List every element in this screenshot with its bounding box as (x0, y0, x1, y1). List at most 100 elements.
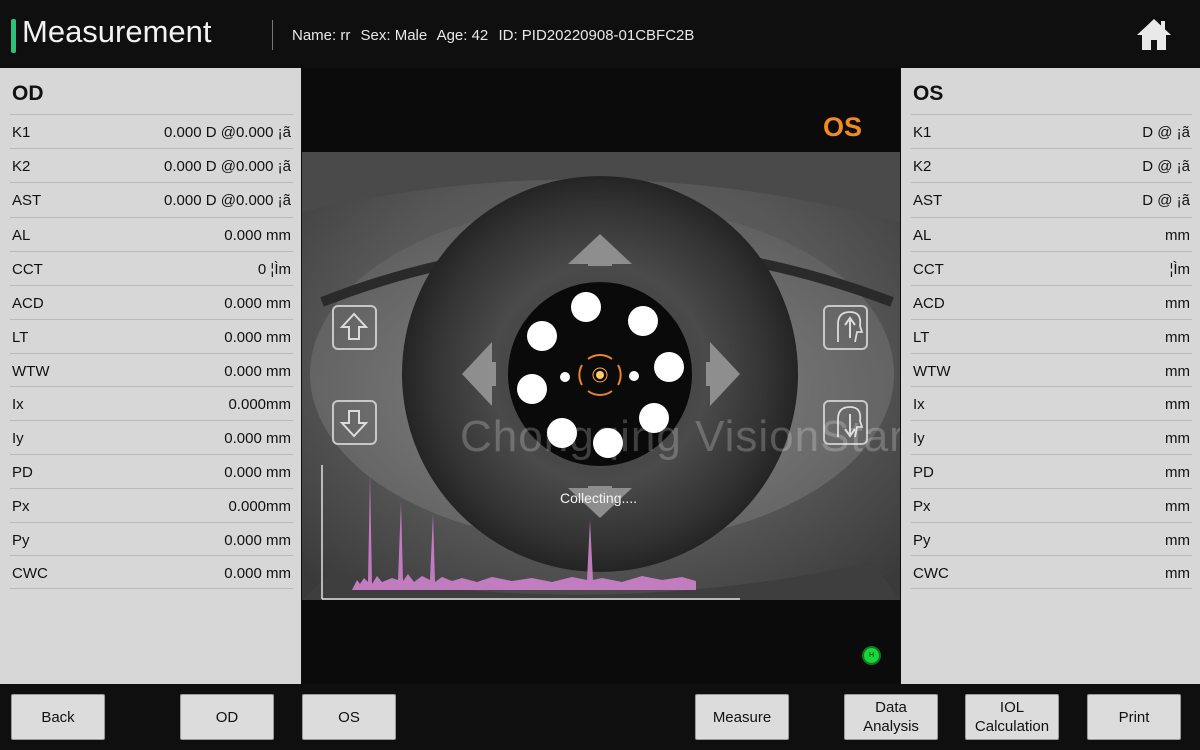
measurement-value: D @ ¡ã (1142, 157, 1190, 175)
measurement-label: K2 (12, 157, 31, 175)
measurement-label: AST (913, 191, 943, 209)
od-row-iy: Iy 0.000 mm (10, 420, 293, 454)
measurement-value: 0.000 mm (224, 531, 291, 549)
measurement-value: mm (1165, 227, 1190, 245)
od-row-al: AL 0.000 mm (10, 217, 293, 251)
measurement-label: AL (12, 227, 31, 245)
measure-button-label: Measure (712, 708, 772, 726)
measurement-value: 0.000 D @0.000 ¡ã (164, 191, 291, 209)
patient-sex: Sex: Male (360, 27, 428, 44)
home-icon (1137, 19, 1171, 50)
os-row-py: Py mm (911, 521, 1192, 556)
od-row-wtw: WTW 0.000 mm (10, 352, 293, 387)
measurement-value: mm (1165, 497, 1190, 515)
od-measurements: K1 0.000 D @0.000 ¡ã K2 0.000 D @0.000 ¡ã AS… (10, 114, 293, 590)
print-button-label: Print (1118, 708, 1150, 726)
patient-name: Name: rr (292, 27, 351, 44)
back-button[interactable]: Back (11, 694, 105, 740)
measurement-label: Ix (913, 396, 925, 414)
camera-view: OS Chongqing VisionStar Collecting.... H (302, 68, 900, 684)
measurement-value: mm (1165, 430, 1190, 448)
od-row-cct: CCT 0 ¦Ìm (10, 251, 293, 285)
os-button-label: OS (338, 708, 360, 726)
od-row-ast: AST 0.000 D @0.000 ¡ã (10, 181, 293, 216)
od-row-acd: ACD 0.000 mm (10, 284, 293, 319)
measurement-label: K2 (913, 157, 932, 175)
measurement-value: mm (1165, 362, 1190, 380)
measurement-label: Py (913, 531, 931, 549)
status-indicator: H (862, 646, 881, 665)
od-row-lt: LT 0.000 mm (10, 318, 293, 353)
os-button[interactable]: OS (302, 694, 396, 740)
od-row-py: Py 0.000 mm (10, 521, 293, 556)
od-row-k1: K1 0.000 D @0.000 ¡ã (10, 114, 293, 148)
measurement-label: Px (913, 497, 931, 515)
measurement-value: 0.000 mm (224, 430, 291, 448)
od-title: OD (12, 82, 44, 105)
od-panel: OD K1 0.000 D @0.000 ¡ã K2 0.000 D @0.000 ¡… (0, 68, 301, 684)
os-row-k2: K2 D @ ¡ã (911, 147, 1192, 182)
os-row-k1: K1 D @ ¡ã (911, 114, 1192, 148)
od-row-ix: Ix 0.000mm (10, 386, 293, 420)
measurement-value: D @ ¡ã (1142, 191, 1190, 209)
measurement-value: 0.000 mm (224, 328, 291, 346)
iol-calculation-label-1: IOL (999, 699, 1025, 716)
measurement-value: 0.000mm (228, 497, 291, 515)
measurement-label: LT (913, 328, 930, 346)
os-title: OS (913, 82, 944, 105)
os-row-ast: AST D @ ¡ã (911, 181, 1192, 216)
eye-image-graphic (302, 152, 900, 600)
os-row-cwc: CWC mm (911, 555, 1192, 590)
data-analysis-button[interactable]: Data Analysis (844, 694, 938, 740)
patient-id: ID: PID20220908-01CBFC2B (498, 27, 695, 44)
home-button[interactable] (1134, 16, 1174, 54)
measurement-label: PD (12, 463, 33, 481)
active-eye-label: OS (822, 112, 862, 142)
print-button[interactable]: Print (1087, 694, 1181, 740)
os-row-acd: ACD mm (911, 284, 1192, 319)
measurement-label: CCT (12, 261, 43, 279)
measurement-value: ¦Ìm (1169, 261, 1190, 279)
os-row-al: AL mm (911, 217, 1192, 251)
measurement-label: AST (12, 191, 42, 209)
collecting-status: Collecting.... (560, 490, 638, 506)
od-row-cwc: CWC 0.000 mm (10, 555, 293, 590)
measurement-value: 0.000 mm (224, 565, 291, 583)
measurement-value: D @ ¡ã (1142, 124, 1190, 141)
measurement-value: 0.000 D @0.000 ¡ã (164, 157, 291, 175)
measurement-value: mm (1165, 565, 1190, 583)
header-bar: Measurement Name: rr Sex: Male Age: 42 I… (0, 0, 1200, 68)
measurement-label: K1 (12, 124, 31, 141)
iol-calculation-button[interactable]: IOL Calculation (965, 694, 1059, 740)
measurement-value: 0 ¦Ìm (257, 261, 291, 279)
os-row-wtw: WTW mm (911, 352, 1192, 387)
measurement-value: mm (1165, 396, 1190, 414)
measurement-value: 0.000mm (228, 396, 291, 414)
data-analysis-label-2: Analysis (863, 718, 919, 735)
od-row-px: Px 0.000mm (10, 487, 293, 522)
eye-image (302, 152, 900, 600)
title-accent-bar (11, 19, 16, 53)
back-button-label: Back (41, 708, 75, 726)
measurement-label: WTW (12, 362, 50, 380)
measurement-value: 0.000 mm (224, 362, 291, 380)
measurement-label: LT (12, 328, 29, 346)
measurement-value: mm (1165, 294, 1190, 312)
measurement-label: PD (913, 463, 934, 481)
os-row-pd: PD mm (911, 453, 1192, 488)
os-row-iy: Iy mm (911, 420, 1192, 454)
measurement-value: mm (1165, 463, 1190, 481)
data-analysis-label-1: Data (875, 699, 907, 716)
measurement-label: Py (12, 531, 30, 549)
measurement-label: Px (12, 497, 30, 515)
measurement-label: AL (913, 227, 932, 245)
os-row-ix: Ix mm (911, 386, 1192, 420)
od-button-label: OD (215, 708, 239, 726)
os-row-cct: CCT ¦Ìm (911, 251, 1192, 285)
measurement-label: WTW (913, 362, 951, 380)
footer-bar: Back OD OS Measure Data Analysis IOL Cal… (0, 684, 1200, 750)
measure-button[interactable]: Measure (695, 694, 789, 740)
od-button[interactable]: OD (180, 694, 274, 740)
measurement-value: 0.000 mm (224, 227, 291, 245)
os-measurements: K1 D @ ¡ã K2 D @ ¡ã AST D @ ¡ã AL mm CCT ¦Ìm ACD mm… (911, 114, 1192, 590)
